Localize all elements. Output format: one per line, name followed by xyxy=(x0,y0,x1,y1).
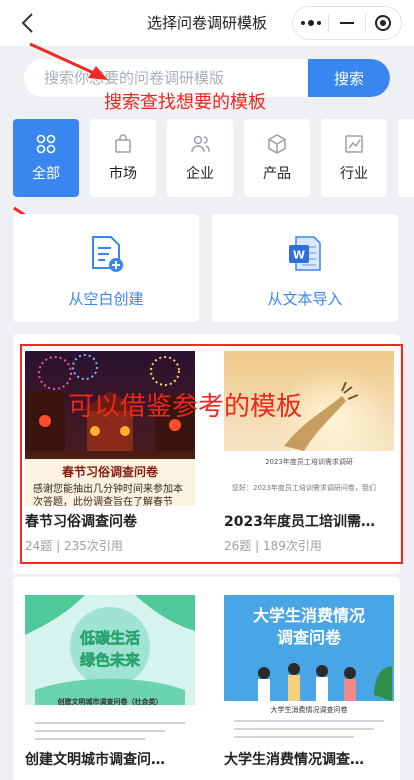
thumbnail-heading: 大学生消费情况调查问卷 xyxy=(270,706,348,714)
category-tabs: 全部 市场 企业 产品 行业 大 xyxy=(13,119,414,197)
svg-text:W: W xyxy=(293,249,305,262)
word-document-icon: W xyxy=(289,236,321,271)
category-all[interactable]: 全部 xyxy=(13,119,79,197)
civilized-city-thumbnail-image: 低碳生活 绿色未来 xyxy=(25,595,195,742)
mini-program-capsule xyxy=(292,6,402,40)
grid-icon xyxy=(36,134,56,154)
target-close-icon xyxy=(375,15,392,31)
category-label: 全部 xyxy=(32,166,60,182)
create-blank-button[interactable]: 从空白创建 xyxy=(13,214,199,322)
template-card[interactable]: 低碳生活 绿色未来 创建文明城市调查问卷（社会类） 创建文明城市调查问… xyxy=(25,595,195,775)
minimize-button[interactable] xyxy=(329,7,364,39)
more-dots-icon xyxy=(300,20,321,26)
import-text-button[interactable]: W 从文本导入 xyxy=(212,214,398,322)
category-label: 产品 xyxy=(263,166,291,182)
template-card[interactable]: 大学生消费情况 调查问卷 大学生消费情况调查问卷 大学生消费情况调查… xyxy=(224,595,394,775)
people-icon xyxy=(191,135,210,153)
svg-text:调查问卷: 调查问卷 xyxy=(277,628,342,647)
search-annotation: 搜索查找想要的模板 xyxy=(104,92,266,113)
category-more[interactable]: 大 xyxy=(398,119,414,197)
category-label: 市场 xyxy=(109,166,137,182)
category-label: 行业 xyxy=(340,166,368,182)
cube-icon xyxy=(268,134,286,154)
highlight-box xyxy=(20,344,403,564)
svg-text:绿色未来: 绿色未来 xyxy=(80,651,141,669)
category-enterprise[interactable]: 企业 xyxy=(167,119,233,197)
category-industry[interactable]: 行业 xyxy=(321,119,387,197)
shopping-bag-icon xyxy=(115,134,131,153)
category-market[interactable]: 市场 xyxy=(90,119,156,197)
create-blank-label: 从空白创建 xyxy=(68,290,144,308)
svg-text:低碳生活: 低碳生活 xyxy=(79,629,140,647)
svg-text:大学生消费情况: 大学生消费情况 xyxy=(253,606,365,625)
category-product[interactable]: 产品 xyxy=(244,119,310,197)
search-button[interactable]: 搜索 xyxy=(308,59,390,97)
annotation-arrow-icon xyxy=(29,42,108,80)
thumbnail-heading: 创建文明城市调查问卷（社会类） xyxy=(57,698,163,706)
more-button[interactable] xyxy=(293,7,328,39)
template-title: 大学生消费情况调查… xyxy=(224,752,364,768)
student-spending-thumbnail-image: 大学生消费情况 调查问卷 xyxy=(224,595,394,742)
template-annotation: 可以借鉴参考的模板 xyxy=(68,392,303,422)
template-thumbnail: 低碳生活 绿色未来 创建文明城市调查问卷（社会类） xyxy=(25,595,195,742)
minus-icon xyxy=(339,22,354,24)
template-thumbnail: 大学生消费情况 调查问卷 大学生消费情况调查问卷 xyxy=(224,595,394,742)
category-label: 企业 xyxy=(186,166,214,182)
import-text-label: 从文本导入 xyxy=(267,290,343,308)
close-button[interactable] xyxy=(366,7,401,39)
chart-icon xyxy=(345,135,363,153)
new-document-icon xyxy=(92,236,123,272)
template-title: 创建文明城市调查问… xyxy=(25,752,165,768)
